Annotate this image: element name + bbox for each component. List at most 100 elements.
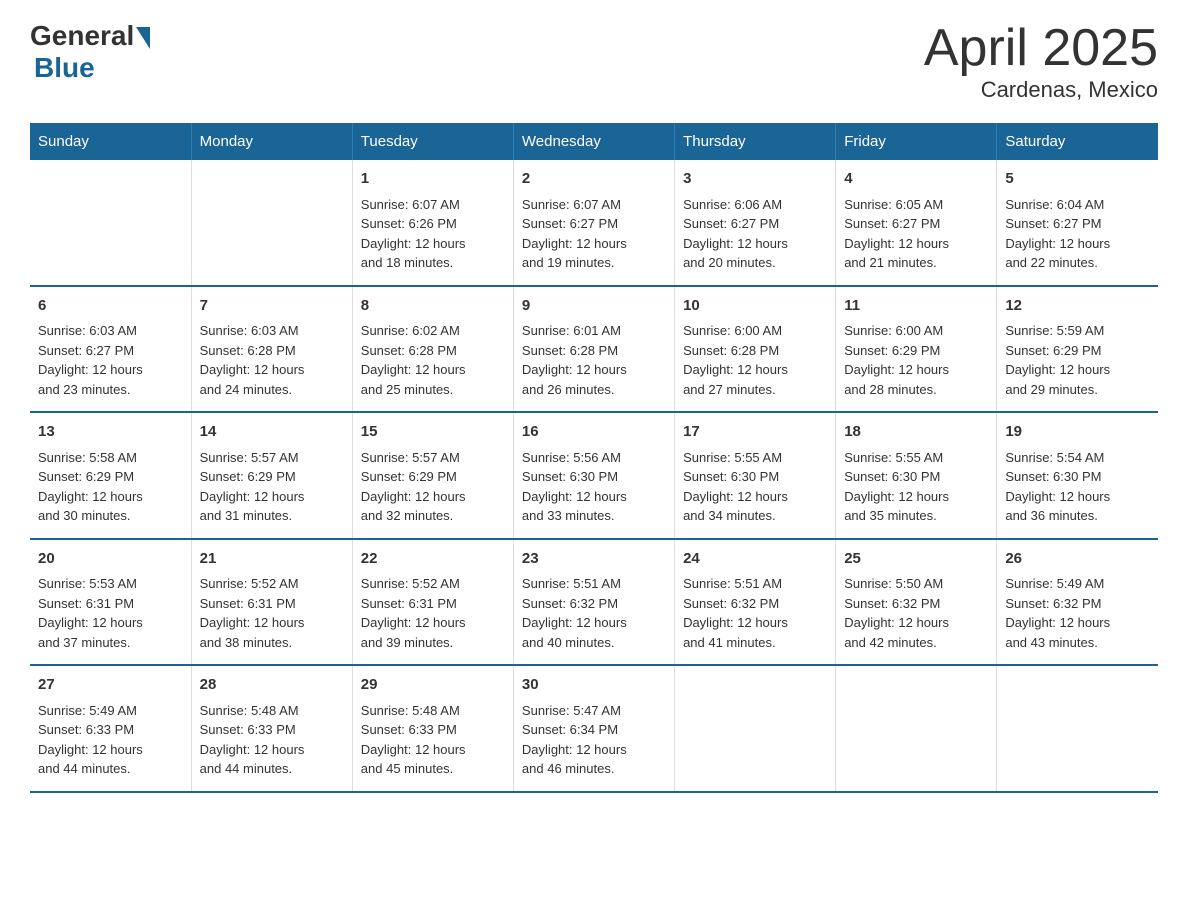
calendar-cell: 25 Sunrise: 5:50 AM Sunset: 6:32 PM Dayli… [836, 539, 997, 666]
day-info: Sunrise: 5:48 AM Sunset: 6:33 PM Dayligh… [200, 701, 344, 779]
day-number: 7 [200, 295, 344, 318]
calendar-cell: 23Sunrise: 5:51 AM Sunset: 6:32 PM Dayli… [513, 539, 674, 666]
day-number: 9 [522, 295, 666, 318]
day-number: 30 [522, 674, 666, 697]
week-row-4: 20 Sunrise: 5:53 AM Sunset: 6:31 PM Dayli… [30, 539, 1158, 666]
day-info: Sunrise: 5:49 AM Sunset: 6:33 PM Dayligh… [38, 701, 183, 779]
header-saturday: Saturday [997, 123, 1158, 160]
day-info: Sunrise: 6:02 AM Sunset: 6:28 PM Dayligh… [361, 321, 505, 399]
calendar-cell: 13 Sunrise: 5:58 AM Sunset: 6:29 PM Dayli… [30, 412, 191, 539]
day-number: 10 [683, 295, 827, 318]
calendar-cell: 4 Sunrise: 6:05 AM Sunset: 6:27 PM Daylig… [836, 160, 997, 286]
day-number: 16 [522, 421, 666, 444]
week-row-3: 13 Sunrise: 5:58 AM Sunset: 6:29 PM Dayli… [30, 412, 1158, 539]
calendar-cell: 2 Sunrise: 6:07 AM Sunset: 6:27 PM Daylig… [513, 160, 674, 286]
day-info: Sunrise: 5:56 AM Sunset: 6:30 PM Dayligh… [522, 448, 666, 526]
week-row-5: 27 Sunrise: 5:49 AM Sunset: 6:33 PM Dayli… [30, 665, 1158, 792]
calendar-cell [191, 160, 352, 286]
title-block: April 2025 Cardenas, Mexico [924, 20, 1158, 103]
calendar-cell: 14 Sunrise: 5:57 AM Sunset: 6:29 PM Dayli… [191, 412, 352, 539]
logo-blue-text: Blue [34, 52, 95, 84]
day-info: Sunrise: 6:06 AM Sunset: 6:27 PM Dayligh… [683, 195, 827, 273]
day-number: 19 [1005, 421, 1150, 444]
day-info: Sunrise: 6:03 AM Sunset: 6:27 PM Dayligh… [38, 321, 183, 399]
day-info: Sunrise: 6:07 AM Sunset: 6:27 PM Dayligh… [522, 195, 666, 273]
day-number: 28 [200, 674, 344, 697]
calendar-table: SundayMondayTuesdayWednesdayThursdayFrid… [30, 123, 1158, 793]
calendar-cell: 24Sunrise: 5:51 AM Sunset: 6:32 PM Dayli… [675, 539, 836, 666]
day-info: Sunrise: 5:48 AM Sunset: 6:33 PM Dayligh… [361, 701, 505, 779]
day-number: 12 [1005, 295, 1150, 318]
day-number: 11 [844, 295, 988, 318]
calendar-cell [30, 160, 191, 286]
calendar-cell: 19 Sunrise: 5:54 AM Sunset: 6:30 PM Dayli… [997, 412, 1158, 539]
day-number: 22 [361, 548, 505, 571]
day-number: 3 [683, 168, 827, 191]
day-number: 25 [844, 548, 988, 571]
day-info: Sunrise: 6:00 AM Sunset: 6:29 PM Dayligh… [844, 321, 988, 399]
calendar-cell [836, 665, 997, 792]
calendar-cell: 27 Sunrise: 5:49 AM Sunset: 6:33 PM Dayli… [30, 665, 191, 792]
day-number: 27 [38, 674, 183, 697]
day-number: 13 [38, 421, 183, 444]
header-thursday: Thursday [675, 123, 836, 160]
day-info: Sunrise: 5:58 AM Sunset: 6:29 PM Dayligh… [38, 448, 183, 526]
day-number: 1 [361, 168, 505, 191]
day-number: 21 [200, 548, 344, 571]
day-info: Sunrise: 5:47 AM Sunset: 6:34 PM Dayligh… [522, 701, 666, 779]
header-monday: Monday [191, 123, 352, 160]
calendar-cell: 10 Sunrise: 6:00 AM Sunset: 6:28 PM Dayli… [675, 286, 836, 413]
day-info: Sunrise: 5:55 AM Sunset: 6:30 PM Dayligh… [683, 448, 827, 526]
day-info: Sunrise: 6:00 AM Sunset: 6:28 PM Dayligh… [683, 321, 827, 399]
header-friday: Friday [836, 123, 997, 160]
calendar-title: April 2025 [924, 20, 1158, 77]
day-info: Sunrise: 5:57 AM Sunset: 6:29 PM Dayligh… [361, 448, 505, 526]
calendar-cell: 29Sunrise: 5:48 AM Sunset: 6:33 PM Dayli… [352, 665, 513, 792]
day-number: 17 [683, 421, 827, 444]
day-info: Sunrise: 5:55 AM Sunset: 6:30 PM Dayligh… [844, 448, 988, 526]
calendar-cell: 6 Sunrise: 6:03 AM Sunset: 6:27 PM Daylig… [30, 286, 191, 413]
calendar-cell: 7 Sunrise: 6:03 AM Sunset: 6:28 PM Daylig… [191, 286, 352, 413]
day-number: 5 [1005, 168, 1150, 191]
day-info: Sunrise: 6:04 AM Sunset: 6:27 PM Dayligh… [1005, 195, 1150, 273]
day-info: Sunrise: 5:49 AM Sunset: 6:32 PM Dayligh… [1005, 574, 1150, 652]
day-number: 20 [38, 548, 183, 571]
calendar-cell: 1 Sunrise: 6:07 AM Sunset: 6:26 PM Daylig… [352, 160, 513, 286]
calendar-cell: 22Sunrise: 5:52 AM Sunset: 6:31 PM Dayli… [352, 539, 513, 666]
calendar-cell: 16 Sunrise: 5:56 AM Sunset: 6:30 PM Dayli… [513, 412, 674, 539]
day-info: Sunrise: 5:53 AM Sunset: 6:31 PM Dayligh… [38, 574, 183, 652]
header-tuesday: Tuesday [352, 123, 513, 160]
calendar-cell [675, 665, 836, 792]
day-number: 4 [844, 168, 988, 191]
day-number: 23 [522, 548, 666, 571]
day-info: Sunrise: 5:54 AM Sunset: 6:30 PM Dayligh… [1005, 448, 1150, 526]
calendar-subtitle: Cardenas, Mexico [924, 77, 1158, 103]
week-row-1: 1 Sunrise: 6:07 AM Sunset: 6:26 PM Daylig… [30, 160, 1158, 286]
day-number: 26 [1005, 548, 1150, 571]
calendar-cell: 18Sunrise: 5:55 AM Sunset: 6:30 PM Dayli… [836, 412, 997, 539]
day-number: 6 [38, 295, 183, 318]
day-info: Sunrise: 5:57 AM Sunset: 6:29 PM Dayligh… [200, 448, 344, 526]
day-number: 2 [522, 168, 666, 191]
day-info: Sunrise: 6:07 AM Sunset: 6:26 PM Dayligh… [361, 195, 505, 273]
day-number: 24 [683, 548, 827, 571]
calendar-cell: 28 Sunrise: 5:48 AM Sunset: 6:33 PM Dayli… [191, 665, 352, 792]
day-info: Sunrise: 6:03 AM Sunset: 6:28 PM Dayligh… [200, 321, 344, 399]
calendar-cell: 11 Sunrise: 6:00 AM Sunset: 6:29 PM Dayli… [836, 286, 997, 413]
week-row-2: 6 Sunrise: 6:03 AM Sunset: 6:27 PM Daylig… [30, 286, 1158, 413]
day-info: Sunrise: 6:05 AM Sunset: 6:27 PM Dayligh… [844, 195, 988, 273]
logo-general-text: General [30, 20, 134, 52]
day-info: Sunrise: 5:52 AM Sunset: 6:31 PM Dayligh… [200, 574, 344, 652]
calendar-cell: 8Sunrise: 6:02 AM Sunset: 6:28 PM Daylig… [352, 286, 513, 413]
logo-arrow-icon [136, 27, 150, 49]
calendar-cell: 5 Sunrise: 6:04 AM Sunset: 6:27 PM Daylig… [997, 160, 1158, 286]
day-info: Sunrise: 5:50 AM Sunset: 6:32 PM Dayligh… [844, 574, 988, 652]
calendar-cell: 17 Sunrise: 5:55 AM Sunset: 6:30 PM Dayli… [675, 412, 836, 539]
day-number: 14 [200, 421, 344, 444]
calendar-cell: 21 Sunrise: 5:52 AM Sunset: 6:31 PM Dayli… [191, 539, 352, 666]
logo: General Blue [30, 20, 150, 84]
calendar-cell: 20 Sunrise: 5:53 AM Sunset: 6:31 PM Dayli… [30, 539, 191, 666]
calendar-cell: 9Sunrise: 6:01 AM Sunset: 6:28 PM Daylig… [513, 286, 674, 413]
calendar-cell: 3 Sunrise: 6:06 AM Sunset: 6:27 PM Daylig… [675, 160, 836, 286]
day-info: Sunrise: 5:59 AM Sunset: 6:29 PM Dayligh… [1005, 321, 1150, 399]
